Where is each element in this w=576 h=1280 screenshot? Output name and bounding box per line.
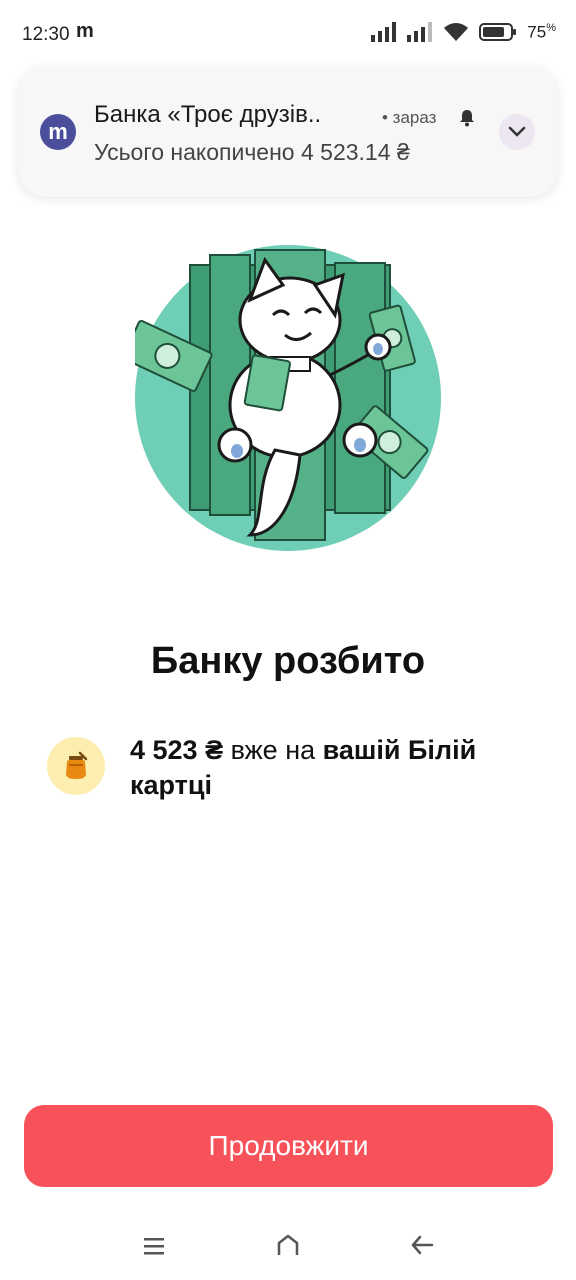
status-icons: 75% xyxy=(371,22,556,43)
battery-percent: 75% xyxy=(527,22,556,42)
notification-expand-button[interactable] xyxy=(499,114,535,150)
status-notification-app-icon: m xyxy=(76,20,94,42)
notification-title: Банка «Троє друзів.. xyxy=(94,101,322,128)
wifi-icon xyxy=(444,23,469,42)
status-time: 12:30 xyxy=(22,24,70,45)
back-icon[interactable] xyxy=(410,1234,434,1256)
honey-jar-icon xyxy=(47,737,105,795)
notification-app-avatar: m xyxy=(40,114,76,150)
notification-card[interactable]: m Банка «Троє друзів.. • зараз Усього на… xyxy=(18,67,558,197)
transfer-middle-text: вже на xyxy=(223,735,323,765)
page-title: Банку розбито xyxy=(150,640,426,682)
menu-icon[interactable] xyxy=(142,1236,166,1256)
battery-icon xyxy=(479,23,517,42)
signal-icon xyxy=(371,22,397,43)
bell-icon xyxy=(460,110,474,127)
notification-body: Усього накопичено 4 523.14 ₴ xyxy=(94,139,410,165)
continue-button[interactable]: Продовжити xyxy=(24,1105,553,1187)
home-icon[interactable] xyxy=(275,1233,301,1257)
status-bar: 12:30 m 75% xyxy=(0,0,576,70)
signal-2-icon xyxy=(407,22,433,43)
transfer-amount: 4 523 ₴ xyxy=(130,735,224,765)
chevron-down-icon xyxy=(508,126,526,137)
transfer-info-text: 4 523 ₴ вже на вашій Білій картці xyxy=(130,733,530,803)
notification-time: • зараз xyxy=(382,108,437,127)
cat-with-money-illustration xyxy=(135,245,441,551)
